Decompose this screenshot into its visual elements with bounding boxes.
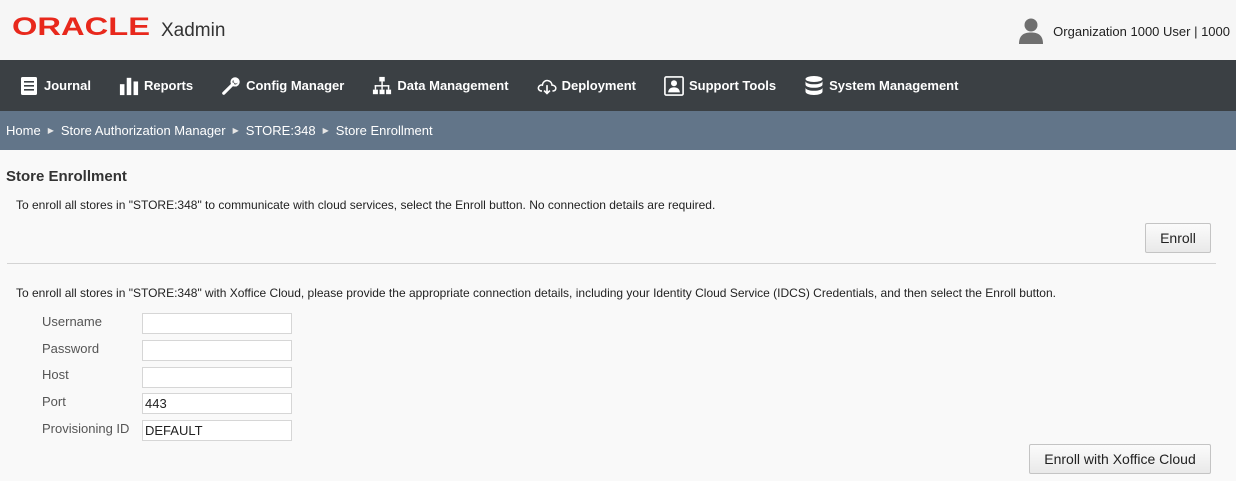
provisioning-id-field[interactable] — [142, 420, 292, 441]
nav-label: Config Manager — [246, 78, 345, 93]
user-icon — [1017, 18, 1045, 44]
nav-label: Journal — [44, 78, 91, 93]
support-icon — [664, 75, 684, 97]
password-label: Password — [42, 341, 100, 356]
user-menu[interactable]: Organization 1000 User | 1000 — [1017, 18, 1230, 44]
port-field[interactable] — [142, 393, 292, 414]
oracle-logo-text: ORACLE — [12, 16, 150, 36]
chevron-right-icon: ▶ — [322, 126, 329, 135]
main-content: Store Enrollment To enroll all stores in… — [0, 150, 1236, 481]
divider — [7, 263, 1216, 264]
enroll-with-cloud-button[interactable]: Enroll with Xoffice Cloud — [1029, 444, 1211, 474]
password-field[interactable] — [142, 340, 292, 361]
nav-item-data-management[interactable]: Data Management — [372, 60, 509, 111]
enroll-button[interactable]: Enroll — [1145, 223, 1211, 253]
port-label: Port — [42, 394, 66, 409]
breadcrumb-store-authorization-manager[interactable]: Store Authorization Manager — [61, 123, 226, 138]
nav-item-support-tools[interactable]: Support Tools — [664, 60, 776, 111]
app-name: Xadmin — [161, 20, 226, 41]
host-field[interactable] — [142, 367, 292, 388]
chevron-right-icon: ▶ — [232, 126, 239, 135]
breadcrumb-home[interactable]: Home — [6, 123, 41, 138]
nav-label: Deployment — [561, 78, 636, 93]
cloud-enroll-instructions: To enroll all stores in "STORE:348" with… — [16, 286, 1056, 300]
user-name: Organization 1000 User | 1000 — [1053, 23, 1230, 39]
page-title: Store Enrollment — [6, 168, 127, 185]
database-icon — [804, 75, 824, 97]
main-nav: Journal Reports Config Manager Data Mana… — [0, 60, 1236, 111]
username-field[interactable] — [142, 313, 292, 334]
hierarchy-icon — [372, 75, 392, 97]
nav-label: System Management — [829, 78, 959, 93]
nav-item-config-manager[interactable]: Config Manager — [221, 60, 344, 111]
enroll-instructions: To enroll all stores in "STORE:348" to c… — [16, 198, 716, 212]
provisioning-id-label: Provisioning ID — [42, 421, 130, 436]
chevron-right-icon: ▶ — [47, 126, 54, 135]
nav-item-deployment[interactable]: Deployment — [537, 60, 636, 111]
nav-label: Reports — [143, 78, 194, 93]
nav-label: Support Tools — [688, 78, 777, 93]
nav-item-system-management[interactable]: System Management — [804, 60, 958, 111]
breadcrumb: Home ▶ Store Authorization Manager ▶ STO… — [0, 111, 1236, 150]
breadcrumb-current: Store Enrollment — [335, 123, 433, 138]
breadcrumb-store[interactable]: STORE:348 — [246, 123, 316, 138]
nav-item-journal[interactable]: Journal — [19, 60, 91, 111]
bar-chart-icon — [119, 75, 139, 97]
nav-item-reports[interactable]: Reports — [119, 60, 193, 111]
journal-icon — [19, 75, 39, 97]
cloud-download-icon — [537, 75, 557, 97]
wrench-icon — [221, 75, 241, 97]
app-header: ORACLE Xadmin Organization 1000 User | 1… — [0, 0, 1236, 60]
nav-label: Data Management — [397, 78, 509, 93]
username-label: Username — [42, 314, 102, 329]
host-label: Host — [42, 367, 69, 382]
oracle-logo: ORACLE — [12, 16, 153, 36]
